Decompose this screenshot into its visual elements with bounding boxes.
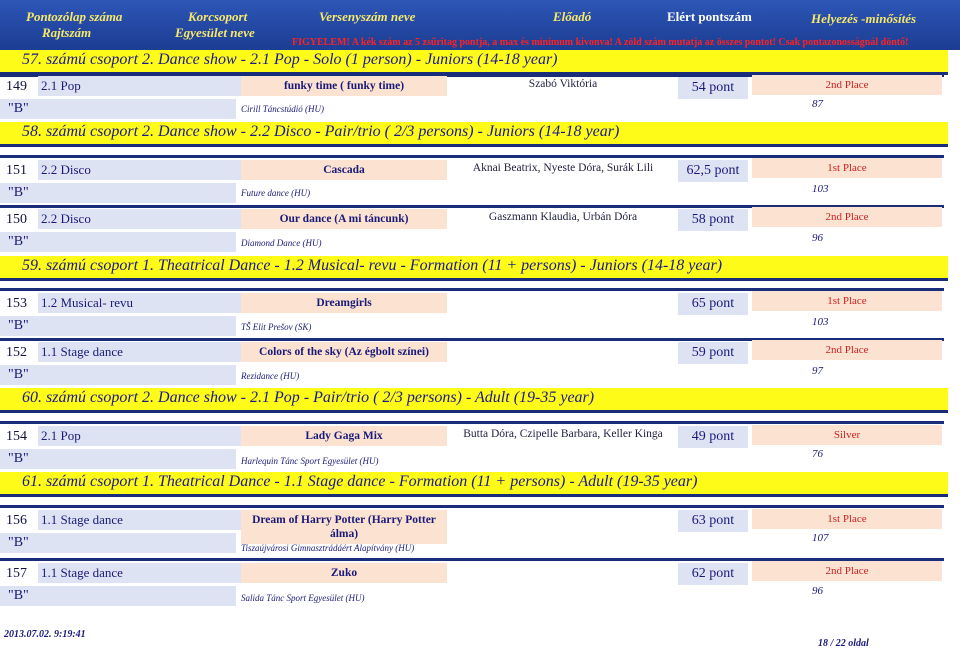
entry-points: 58 pont xyxy=(678,209,748,231)
entry-score: 107 xyxy=(812,532,829,544)
row-divider xyxy=(0,505,944,508)
entry-club: Harlequin Tánc Sport Egyesület (HU) xyxy=(241,456,379,466)
group-title: 60. számú csoport 2. Dance show - 2.1 Po… xyxy=(22,389,595,406)
entry-place: 1st Place xyxy=(752,509,942,529)
entry-place: 2nd Place xyxy=(752,561,942,581)
header-points: Elért pontszám xyxy=(667,9,752,24)
entry-score: 103 xyxy=(812,316,829,328)
group-bar: 57. számú csoport 2. Dance show - 2.1 Po… xyxy=(0,50,948,75)
entry-points: 62,5 pont xyxy=(678,160,748,182)
entry-quality: "B" xyxy=(0,533,236,553)
entry-place: Silver xyxy=(752,425,942,445)
row-divider xyxy=(0,421,944,424)
entry-dance: Dreamgirls xyxy=(241,293,447,313)
entry-number: 157 xyxy=(6,566,27,581)
header-age-group: Korcsoport xyxy=(188,9,248,24)
group-bar: 61. számú csoport 1. Theatrical Dance - … xyxy=(0,472,948,497)
entry-category: 1.1 Stage dance xyxy=(38,342,241,362)
entry-category: 1.2 Musical- revu xyxy=(38,293,241,313)
entry-dance: Our dance (A mi táncunk) xyxy=(241,209,447,229)
entry-quality: "B" xyxy=(0,183,236,203)
entry-dance: Cascada xyxy=(241,160,447,180)
header-performer: Előadó xyxy=(553,9,592,24)
entry-club: Salida Tánc Sport Egyesület (HU) xyxy=(241,593,365,603)
entry-club: Tiszaújvárosi Gimnasztrádáért Alapítvány… xyxy=(241,543,415,553)
entry-number: 153 xyxy=(6,296,27,311)
entry-category: 2.2 Disco xyxy=(38,160,241,180)
entry-place: 1st Place xyxy=(752,158,942,178)
entry-place: 2nd Place xyxy=(752,340,942,360)
entry-performer: Gaszmann Klaudia, Urbán Dóra xyxy=(488,211,638,223)
entry-place: 2nd Place xyxy=(752,75,942,95)
header-club-name: Egyesület neve xyxy=(175,25,255,40)
group-title: 59. számú csoport 1. Theatrical Dance - … xyxy=(22,257,723,274)
group-bar: 60. számú csoport 2. Dance show - 2.1 Po… xyxy=(0,388,948,413)
entry-performer: Aknai Beatrix, Nyeste Dóra, Surák Lili xyxy=(472,162,654,174)
entry-score: 103 xyxy=(812,183,829,195)
entry-score: 97 xyxy=(812,365,823,377)
entry-quality: "B" xyxy=(0,365,236,385)
entry-number: 154 xyxy=(6,429,27,444)
entry-category: 2.1 Pop xyxy=(38,76,241,96)
group-title: 58. számú csoport 2. Dance show - 2.2 Di… xyxy=(22,123,620,140)
entry-quality: "B" xyxy=(0,232,236,252)
entry-dance: Lady Gaga Mix xyxy=(241,426,447,446)
table-header: Pontozólap száma Rajtszám Korcsoport Egy… xyxy=(0,0,960,50)
entry-score: 96 xyxy=(812,585,823,597)
entry-performer: Butta Dóra, Czipelle Barbara, Keller Kin… xyxy=(463,428,663,440)
page-number: 18 / 22 oldal xyxy=(818,638,869,649)
header-warning: FIGYELEM! A kék szám az 5 zsűritag pontj… xyxy=(292,37,909,48)
group-title: 61. számú csoport 1. Theatrical Dance - … xyxy=(22,473,698,490)
entry-score: 76 xyxy=(812,448,823,460)
entry-place: 2nd Place xyxy=(752,207,942,227)
entry-points: 62 pont xyxy=(678,563,748,585)
entry-number: 151 xyxy=(6,163,27,178)
entry-category: 1.1 Stage dance xyxy=(38,563,241,583)
header-sheet-number: Pontozólap száma xyxy=(26,9,123,24)
entry-score: 87 xyxy=(812,98,823,110)
print-timestamp: 2013.07.02. 9:19:41 xyxy=(4,629,86,640)
entry-quality: "B" xyxy=(0,99,236,119)
entry-club: Diamond Dance (HU) xyxy=(241,238,322,248)
entry-club: Cirill Táncstúdió (HU) xyxy=(241,104,325,114)
entry-dance: Colors of the sky (Az égbolt színei) xyxy=(241,342,447,362)
entry-club: Rezidance (HU) xyxy=(241,371,300,381)
group-bar: 58. számú csoport 2. Dance show - 2.2 Di… xyxy=(0,122,948,147)
entry-dance: funky time ( funky time) xyxy=(241,76,447,96)
entry-points: 49 pont xyxy=(678,426,748,448)
entry-number: 152 xyxy=(6,345,27,360)
entry-dance: Dream of Harry Potter (Harry Potter álma… xyxy=(241,510,447,544)
entry-performer: Szabó Viktória xyxy=(528,78,598,90)
entry-category: 2.2 Disco xyxy=(38,209,241,229)
group-title: 57. számú csoport 2. Dance show - 2.1 Po… xyxy=(22,51,558,68)
entry-number: 150 xyxy=(6,212,27,227)
entry-category: 2.1 Pop xyxy=(38,426,241,446)
entry-number: 149 xyxy=(6,79,27,94)
entry-quality: "B" xyxy=(0,449,236,469)
entry-points: 63 pont xyxy=(678,510,748,532)
entry-number: 156 xyxy=(6,513,27,528)
header-start-number: Rajtszám xyxy=(42,25,92,40)
entry-category: 1.1 Stage dance xyxy=(38,510,241,530)
entry-points: 54 pont xyxy=(678,77,748,99)
entry-score: 96 xyxy=(812,232,823,244)
header-placement: Helyezés -minősítés xyxy=(811,11,917,26)
group-bar: 59. számú csoport 1. Theatrical Dance - … xyxy=(0,256,948,281)
entry-quality: "B" xyxy=(0,316,236,336)
header-event-name: Versenyszám neve xyxy=(319,9,416,24)
entry-club: Future dance (HU) xyxy=(241,188,311,198)
entry-points: 59 pont xyxy=(678,342,748,364)
entry-quality: "B" xyxy=(0,586,236,606)
entry-club: TŠ Elit Prešov (SK) xyxy=(241,322,312,332)
entry-dance: Zuko xyxy=(241,563,447,583)
entry-place: 1st Place xyxy=(752,291,942,311)
entry-points: 65 pont xyxy=(678,293,748,315)
